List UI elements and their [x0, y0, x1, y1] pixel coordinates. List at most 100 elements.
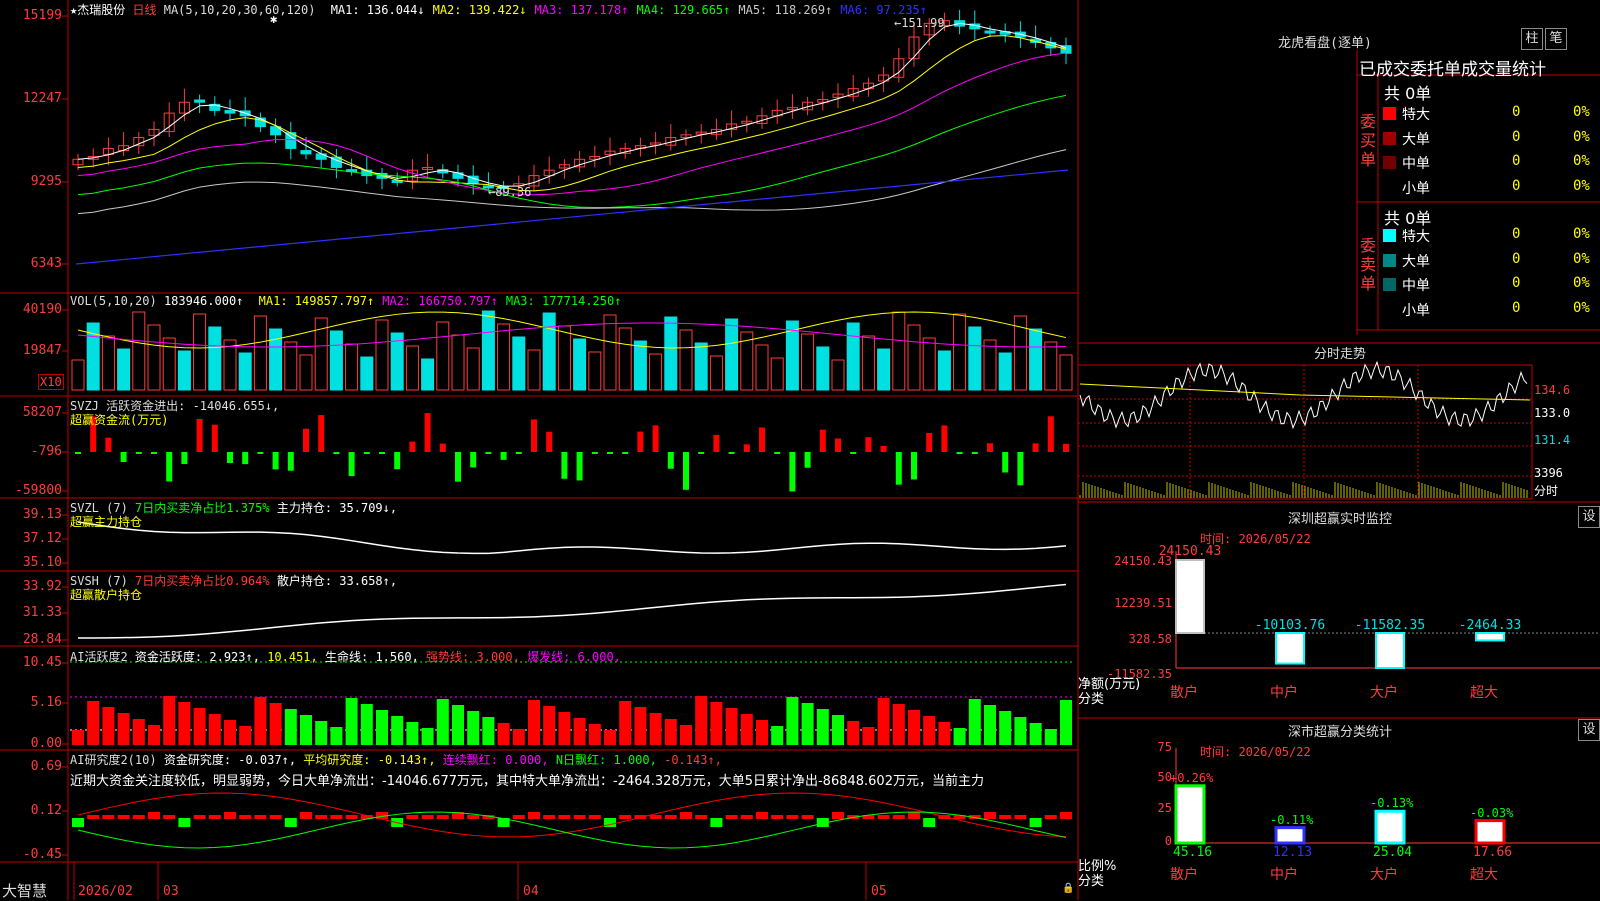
sell-orders-label: 委卖单 [1360, 236, 1377, 293]
longhu-tabs[interactable]: 已成交委托单成交量统计 [1359, 55, 1599, 80]
y-axis-label: 39.13 [22, 507, 62, 522]
svsh-line [77, 583, 1067, 639]
color-swatch [1383, 229, 1396, 242]
order-size-label: 中单 [1402, 156, 1430, 172]
ma-value-5: MA5: 118.269↑ [738, 3, 833, 17]
color-swatch [1383, 180, 1396, 194]
flow-bar [652, 425, 659, 452]
flow-bar [500, 452, 507, 460]
ma-line-3 [77, 52, 1067, 196]
flow-bar [911, 452, 917, 480]
research-bar [239, 815, 252, 819]
szc-category: 中户 [1270, 867, 1298, 883]
vol-ma-value-1: MA1: 149857.797↑ [258, 294, 375, 308]
period-label[interactable]: 日线 [132, 3, 156, 17]
flow-bar [941, 425, 948, 452]
high-annotation: ←151.99 [894, 16, 945, 30]
activity-bar [832, 715, 844, 745]
research-bar [1044, 815, 1057, 819]
activity-bar [284, 709, 297, 745]
volume-bar [998, 352, 1012, 391]
bar-mode-button[interactable]: 柱 [1521, 28, 1543, 50]
volume-bar [177, 350, 191, 391]
szc-category: 大户 [1370, 867, 1398, 883]
order-count: 0 [1512, 250, 1521, 267]
activity-bar [72, 730, 84, 745]
research-bar [178, 818, 191, 827]
activity-bar [391, 716, 404, 745]
activity-bar [725, 708, 738, 745]
date-label: 04 [523, 884, 539, 899]
flow-bar [743, 444, 750, 452]
activity-bar [573, 718, 586, 745]
flow-bar [227, 452, 233, 463]
activity-bar [360, 704, 373, 745]
volume-bar [284, 341, 298, 391]
sz-class-title: 深市超赢分类统计 [1287, 725, 1392, 740]
volume-bar [725, 318, 739, 391]
szc-value: 17.66 [1473, 845, 1513, 860]
flow-dash [515, 452, 522, 454]
flow-bar [1063, 443, 1069, 452]
brand-logo[interactable]: 大智慧 [2, 880, 47, 901]
volume-bar [603, 314, 617, 391]
intraday-title: 分时走势 [1313, 347, 1366, 362]
flow-dash [607, 452, 613, 454]
date-label: 03 [163, 884, 179, 899]
volume-bar [238, 352, 252, 391]
flow-bar [667, 452, 674, 469]
candle-body [984, 30, 996, 34]
candle-body [300, 150, 312, 155]
research-bar [193, 815, 206, 819]
color-swatch [1383, 131, 1396, 145]
volume-bar [649, 353, 663, 391]
szm-category: 中户 [1270, 685, 1298, 701]
order-size-label: 大单 [1402, 253, 1430, 270]
volume-bar [542, 312, 556, 391]
y-axis-label: 28.84 [22, 632, 62, 647]
event-marker-icon[interactable]: ✱ [270, 12, 277, 26]
sz-class-settings-button[interactable]: 设 [1578, 719, 1600, 741]
flow-bar [1017, 452, 1024, 486]
ma-value-4: MA4: 129.665↑ [636, 3, 731, 17]
volume-bar [405, 345, 419, 391]
volume-bar [892, 311, 906, 391]
research-bar [315, 815, 328, 819]
y-axis-label: -0.45 [22, 847, 62, 862]
research-bar [269, 815, 282, 819]
research-bar [664, 815, 677, 819]
lock-icon[interactable]: 🔒 [1062, 883, 1074, 894]
activity-bar [1044, 729, 1057, 745]
flow-bar [348, 452, 355, 477]
tick-mode-button[interactable]: 笔 [1545, 28, 1567, 50]
flow-bar [105, 437, 112, 452]
volume-bar [497, 323, 511, 391]
y-axis-label: 19847 [22, 343, 62, 358]
sz-monitor-settings-button[interactable]: 设 [1578, 506, 1600, 528]
research-bar [588, 815, 601, 819]
volume-bar [694, 342, 708, 391]
flow-dash [850, 452, 857, 454]
order-row: 大单 [1383, 251, 1430, 271]
activity-bar [923, 716, 936, 745]
szm-y-label: 328.58 [1128, 632, 1172, 646]
activity-bar [756, 720, 768, 745]
research-bar [163, 815, 176, 819]
szm-value: 24150.43 [1158, 543, 1222, 559]
volume-bar [193, 313, 207, 391]
intraday-y-label: 134.6 [1534, 383, 1571, 397]
research-bar [1029, 818, 1042, 827]
activity-bar [862, 727, 875, 745]
activity-bar [740, 714, 753, 745]
research-bar [710, 818, 723, 827]
research-bar [72, 818, 84, 827]
flow-bar [272, 452, 279, 470]
color-swatch [1383, 107, 1396, 120]
research-bar [117, 815, 130, 819]
color-swatch [1383, 278, 1396, 291]
date-label: 05 [871, 884, 887, 899]
ma-value-1: MA1: 136.044↓ [330, 3, 425, 17]
research-bar [102, 815, 115, 819]
flow-bar [1047, 416, 1054, 452]
order-row: 中单 [1383, 275, 1430, 295]
